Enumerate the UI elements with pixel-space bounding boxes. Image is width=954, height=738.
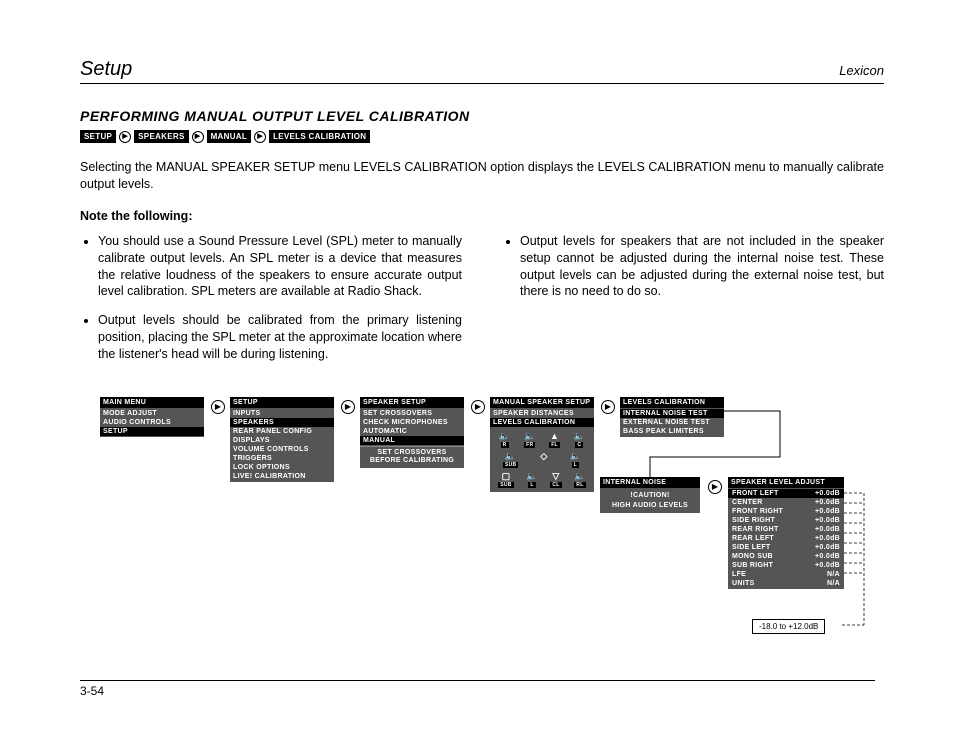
menu-row-selected: SETUP — [100, 427, 204, 436]
menu-manual-speaker-setup: MANUAL SPEAKER SETUP SPEAKER DISTANCES L… — [490, 397, 594, 492]
menu-title: SPEAKER SETUP — [360, 397, 464, 408]
bullet-item: You should use a Sound Pressure Level (S… — [98, 233, 462, 301]
level-adjust-row: REAR LEFT+0.0dB — [728, 534, 844, 543]
level-adjust-row: SIDE RIGHT+0.0dB — [728, 516, 844, 525]
level-adjust-row: UNITSN/A — [728, 579, 844, 588]
level-adjust-row: LFEN/A — [728, 570, 844, 579]
menu-row: REAR PANEL CONFIG — [230, 427, 334, 436]
menu-row-selected: MANUAL — [360, 436, 464, 445]
menu-row: TRIGGERS — [230, 454, 334, 463]
menu-row: BASS PEAK LIMITERS — [620, 427, 724, 436]
menu-speaker-level-adjust: SPEAKER LEVEL ADJUST FRONT LEFT+0.0dBCEN… — [728, 477, 844, 589]
menu-speaker-setup: SPEAKER SETUP SET CROSSOVERS CHECK MICRO… — [360, 397, 464, 468]
bc-arrow-icon: ▶ — [254, 131, 266, 143]
speaker-icon: ▢SUB — [498, 472, 513, 488]
flow-arrow-icon: ▶ — [708, 480, 722, 494]
menu-title: MAIN MENU — [100, 397, 204, 408]
range-label: -18.0 to +12.0dB — [752, 619, 825, 634]
menu-row: INPUTS — [230, 409, 334, 418]
note-heading: Note the following: — [80, 209, 884, 223]
menu-row-selected: SPEAKERS — [230, 418, 334, 427]
bc-arrow-icon: ▶ — [192, 131, 204, 143]
speaker-icon-grid: 🔈R 🔈FR ▲FL 🔈C — [490, 428, 594, 450]
menu-setup: SETUP INPUTS SPEAKERS REAR PANEL CONFIG … — [230, 397, 334, 482]
intro-text: Selecting the MANUAL SPEAKER SETUP menu … — [80, 159, 884, 193]
speaker-icon: 🔈C — [574, 432, 586, 448]
menu-footer: SET CROSSOVERS BEFORE CALIBRATING — [360, 446, 464, 468]
menu-row: CHECK MICROPHONES — [360, 418, 464, 427]
section-title: Setup — [80, 58, 132, 81]
speaker-icon: 🔈R — [499, 432, 511, 448]
menu-flow-diagram: MAIN MENU MODE ADJUST AUDIO CONTROLS SET… — [80, 397, 884, 657]
menu-row-selected: INTERNAL NOISE TEST — [620, 409, 724, 418]
level-adjust-row: SIDE LEFT+0.0dB — [728, 543, 844, 552]
bc-manual: MANUAL — [207, 130, 251, 143]
menu-title: SETUP — [230, 397, 334, 408]
menu-row: EXTERNAL NOISE TEST — [620, 418, 724, 427]
speaker-icon: ▽CL — [550, 472, 561, 488]
speaker-icon: 🔈SUB — [503, 452, 518, 468]
menu-row: SET CROSSOVERS — [360, 409, 464, 418]
page-heading: PERFORMING MANUAL OUTPUT LEVEL CALIBRATI… — [80, 108, 884, 124]
menu-title: LEVELS CALIBRATION — [620, 397, 724, 408]
menu-main: MAIN MENU MODE ADJUST AUDIO CONTROLS SET… — [100, 397, 204, 437]
bc-levels: LEVELS CALIBRATION — [269, 130, 370, 143]
bullet-item: Output levels should be calibrated from … — [98, 312, 462, 363]
speaker-icon: ▲FL — [549, 432, 560, 448]
menu-title: SPEAKER LEVEL ADJUST — [728, 477, 844, 488]
menu-row: MODE ADJUST — [100, 409, 204, 418]
flow-arrow-icon: ▶ — [601, 400, 615, 414]
menu-row: VOLUME CONTROLS — [230, 445, 334, 454]
level-adjust-row: FRONT RIGHT+0.0dB — [728, 507, 844, 516]
menu-row: LIVE! CALIBRATION — [230, 472, 334, 481]
breadcrumb: SETUP ▶ SPEAKERS ▶ MANUAL ▶ LEVELS CALIB… — [80, 130, 884, 143]
level-adjust-row: MONO SUB+0.0dB — [728, 552, 844, 561]
flow-arrow-icon: ▶ — [341, 400, 355, 414]
menu-levels-calibration: LEVELS CALIBRATION INTERNAL NOISE TEST E… — [620, 397, 724, 437]
brand-name: Lexicon — [839, 63, 884, 78]
speaker-icon: 🔈L — [526, 472, 538, 488]
menu-title: MANUAL SPEAKER SETUP — [490, 397, 594, 408]
level-adjust-row: REAR RIGHT+0.0dB — [728, 525, 844, 534]
caution-text: !CAUTION! HIGH AUDIO LEVELS — [600, 488, 700, 514]
speaker-icon: ◇ — [540, 452, 547, 468]
flow-arrow-icon: ▶ — [211, 400, 225, 414]
page-number: 3-54 — [80, 680, 875, 698]
menu-row: AUTOMATIC — [360, 427, 464, 436]
right-bullet-list: Output levels for speakers that are not … — [502, 233, 884, 301]
menu-row: LOCK OPTIONS — [230, 463, 334, 472]
left-bullet-list: You should use a Sound Pressure Level (S… — [80, 233, 462, 363]
level-adjust-row: SUB RIGHT+0.0dB — [728, 561, 844, 570]
flow-arrow-icon: ▶ — [471, 400, 485, 414]
speaker-icon: 🔈FR — [524, 432, 536, 448]
bc-arrow-icon: ▶ — [119, 131, 131, 143]
menu-title: INTERNAL NOISE — [600, 477, 700, 488]
menu-row: DISPLAYS — [230, 436, 334, 445]
menu-internal-noise: INTERNAL NOISE !CAUTION! HIGH AUDIO LEVE… — [600, 477, 700, 514]
bullet-item: Output levels for speakers that are not … — [520, 233, 884, 301]
menu-row-selected: LEVELS CALIBRATION — [490, 418, 594, 427]
menu-row: SPEAKER DISTANCES — [490, 409, 594, 418]
speaker-icon-grid: 🔈SUB ◇ 🔈L — [490, 450, 594, 470]
bc-setup: SETUP — [80, 130, 116, 143]
level-adjust-row: CENTER+0.0dB — [728, 498, 844, 507]
speaker-icon: 🔈RL — [574, 472, 586, 488]
level-adjust-row: FRONT LEFT+0.0dB — [728, 489, 844, 498]
bc-speakers: SPEAKERS — [134, 130, 188, 143]
speaker-icon: 🔈L — [570, 452, 582, 468]
menu-row: AUDIO CONTROLS — [100, 418, 204, 427]
speaker-icon-grid: ▢SUB 🔈L ▽CL 🔈RL — [490, 470, 594, 492]
